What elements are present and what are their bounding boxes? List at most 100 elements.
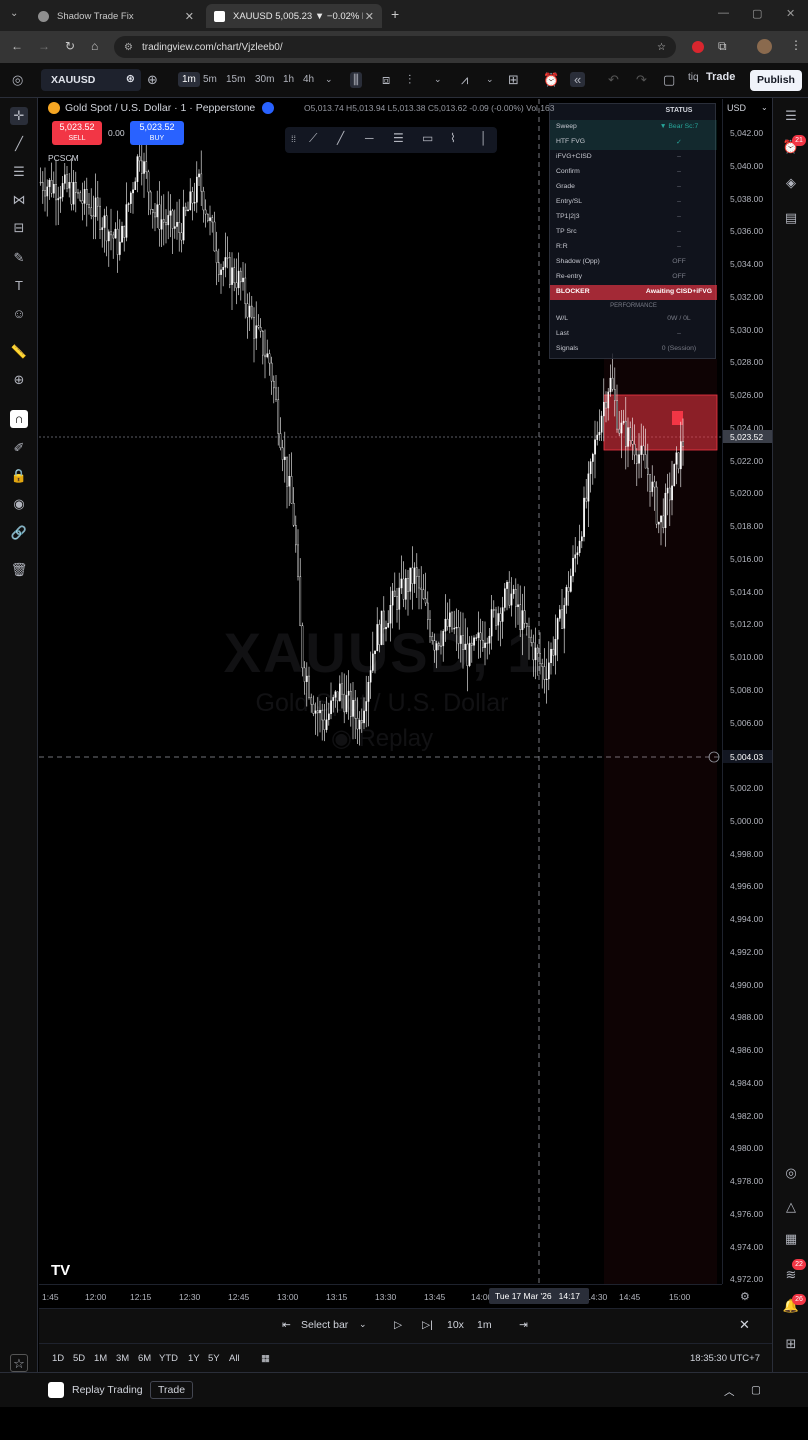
time-axis[interactable]: 1:45 12:00 12:15 12:30 12:45 13:00 13:15 13:30 1… — [39, 1284, 750, 1308]
extension-red-icon[interactable] — [692, 41, 704, 53]
collapse-panel-icon[interactable]: ︿ — [724, 1384, 735, 1399]
price-axis[interactable]: USD ⌄ 5,042.00 5,040.00 5,038.00 5,036.00 5,… — [722, 99, 773, 1284]
watchlist-icon[interactable]: ☰ — [782, 107, 800, 125]
range-1d[interactable]: 1D — [52, 1353, 64, 1364]
chart-style-icon[interactable]: ⫶ — [408, 72, 411, 88]
trend-line-tool-icon[interactable]: ⟋ — [309, 131, 317, 146]
target-icon[interactable]: ◎ — [782, 1164, 800, 1182]
hide-drawings-icon[interactable]: ◉ — [10, 495, 28, 513]
bookmark-star-icon[interactable]: ☆ — [657, 42, 666, 53]
apps-grid-icon[interactable]: ⊞ — [782, 1335, 800, 1353]
symbol-search-button[interactable]: XAUUSD ⊛ — [41, 69, 141, 91]
vertical-line-tool-icon[interactable]: │ — [480, 131, 488, 145]
close-tab-icon[interactable]: ✕ — [365, 10, 374, 23]
browser-menu-icon[interactable]: ⋮ — [790, 38, 802, 52]
minimize-window-icon[interactable]: — — [718, 7, 729, 19]
compare-add-icon[interactable]: ⊕ — [147, 72, 158, 88]
new-tab-button[interactable]: + — [391, 6, 399, 22]
timeframe-1h[interactable]: 1h — [283, 74, 294, 85]
range-all[interactable]: All — [229, 1353, 240, 1364]
sell-button[interactable]: 5,023.52 SELL — [52, 121, 102, 145]
timeframe-4h[interactable]: 4h — [303, 74, 314, 85]
site-info-icon[interactable]: ⚙ — [124, 42, 133, 53]
currency-dropdown-icon[interactable]: ⌄ — [761, 103, 768, 112]
tab-search-icon[interactable]: ⌄ — [10, 8, 18, 19]
fullscreen-icon[interactable]: ▢ — [663, 72, 675, 88]
horizontal-line-tool-icon[interactable]: ─ — [365, 131, 374, 145]
range-5y[interactable]: 5Y — [208, 1353, 220, 1364]
chart-style-dropdown-icon[interactable]: ⌄ — [434, 74, 442, 85]
main-menu-icon[interactable]: ◎ — [12, 72, 23, 88]
timeframe-1m[interactable]: 1m — [178, 72, 200, 87]
timeframe-30m[interactable]: 30m — [255, 74, 274, 85]
clock-time[interactable]: 18:35:30 UTC+7 — [690, 1353, 760, 1364]
link-icon[interactable]: 🔗 — [10, 524, 28, 542]
chat-icon[interactable]: ▤ — [782, 209, 800, 227]
url-field[interactable]: ⚙ tradingview.com/chart/Vjzleeb0/ ☆ — [114, 36, 676, 58]
go-to-date-icon[interactable]: ▦ — [261, 1353, 270, 1364]
replay-interval[interactable]: 1m — [477, 1319, 492, 1331]
indicator-name[interactable]: PCSCM — [48, 153, 79, 163]
path-tool-icon[interactable]: ⌇ — [450, 131, 456, 145]
crosshair-icon[interactable]: ✛ — [10, 107, 28, 125]
fib-retracement-icon[interactable]: ☰ — [10, 163, 28, 181]
ray-tool-icon[interactable]: ╱ — [337, 131, 344, 145]
reload-icon[interactable]: ↻ — [65, 39, 75, 53]
calendar-icon[interactable]: ▦ — [782, 1230, 800, 1248]
tab-shadow-trade-fix[interactable]: Shadow Trade Fix ✕ — [30, 4, 202, 28]
play-icon[interactable]: ▷ — [394, 1319, 402, 1331]
currency-selector[interactable]: USD — [727, 103, 746, 113]
redo-icon[interactable]: ↷ — [636, 72, 647, 88]
trend-line-icon[interactable]: ╱ — [10, 135, 28, 153]
drag-handle-icon[interactable]: ⁞⁞ — [291, 134, 296, 144]
trash-icon[interactable]: 🗑 — [10, 561, 28, 579]
prediction-icon[interactable]: ⊟ — [10, 219, 28, 237]
parallel-channel-tool-icon[interactable]: ☰ — [393, 131, 404, 145]
indicators-icon[interactable]: ⩘ — [461, 72, 468, 88]
chart-pane[interactable]: XAUUSD, 1 Gold Spot / U.S. Dollar ◉ Repl… — [39, 99, 722, 1284]
measure-ruler-icon[interactable]: 📏 — [10, 343, 28, 361]
trade-tab[interactable]: Trade — [150, 1381, 194, 1399]
alert-icon[interactable]: ⏰ — [543, 72, 559, 88]
jump-to-realtime-icon[interactable]: ⇥ — [519, 1319, 528, 1331]
select-bar-icon[interactable]: ⇤ — [282, 1319, 291, 1331]
close-tab-icon[interactable]: ✕ — [185, 10, 194, 23]
buy-button[interactable]: 5,023.52 BUY — [130, 121, 184, 145]
range-ytd[interactable]: YTD — [159, 1353, 178, 1364]
close-replay-icon[interactable]: ✕ — [739, 1317, 750, 1333]
range-3m[interactable]: 3M — [116, 1353, 129, 1364]
home-icon[interactable]: ⌂ — [91, 39, 98, 53]
lock-drawings-icon[interactable]: 🔒 — [10, 467, 28, 485]
range-1y[interactable]: 1Y — [188, 1353, 200, 1364]
replay-mode-icon[interactable] — [262, 102, 275, 114]
tab-xauusd[interactable]: XAUUSD 5,005.23 ▼ −0.02% lo... ✕ — [206, 4, 382, 28]
range-6m[interactable]: 6M — [138, 1353, 151, 1364]
pyramid-icon[interactable]: △ — [782, 1198, 800, 1216]
patterns-icon[interactable]: ⋈ — [10, 191, 28, 209]
brush-icon[interactable]: ✎ — [10, 249, 28, 267]
tiq-logo-icon[interactable]: tiq — [688, 72, 699, 83]
magnet-icon[interactable]: ∩ — [10, 410, 28, 428]
profile-avatar[interactable] — [757, 39, 772, 54]
symbol-options-icon[interactable]: ⊛ — [126, 72, 135, 85]
text-tool-icon[interactable]: T — [10, 277, 28, 295]
zoom-in-icon[interactable]: ⊕ — [10, 371, 28, 389]
close-window-icon[interactable]: ✕ — [786, 7, 795, 20]
axis-settings-icon[interactable]: ⚙ — [740, 1290, 750, 1303]
bar-chart-type-icon[interactable]: ⧈ — [382, 72, 390, 88]
emoji-icon[interactable]: ☺ — [10, 305, 28, 323]
timeframe-5m[interactable]: 5m — [203, 74, 217, 85]
publish-button[interactable]: Publish — [750, 70, 802, 91]
stay-in-drawing-mode-icon[interactable]: ✐ — [10, 439, 28, 457]
step-forward-icon[interactable]: ▷| — [422, 1319, 433, 1331]
replay-speed[interactable]: 10x — [447, 1319, 464, 1331]
extensions-puzzle-icon[interactable]: ⧉ — [718, 39, 727, 54]
candles-chart-type-icon[interactable]: ⫼ — [350, 72, 362, 88]
layouts-grid-icon[interactable]: ⊞ — [508, 72, 519, 88]
select-bar-dropdown-icon[interactable]: ⌄ — [359, 1319, 367, 1330]
replay-trading-tab[interactable]: Replay Trading — [72, 1384, 143, 1396]
forward-icon[interactable]: → — [38, 39, 50, 53]
rectangle-tool-icon[interactable]: ▭ — [422, 131, 433, 145]
timeframe-dropdown-icon[interactable]: ⌄ — [325, 74, 333, 85]
restore-window-icon[interactable]: ▢ — [752, 7, 762, 20]
